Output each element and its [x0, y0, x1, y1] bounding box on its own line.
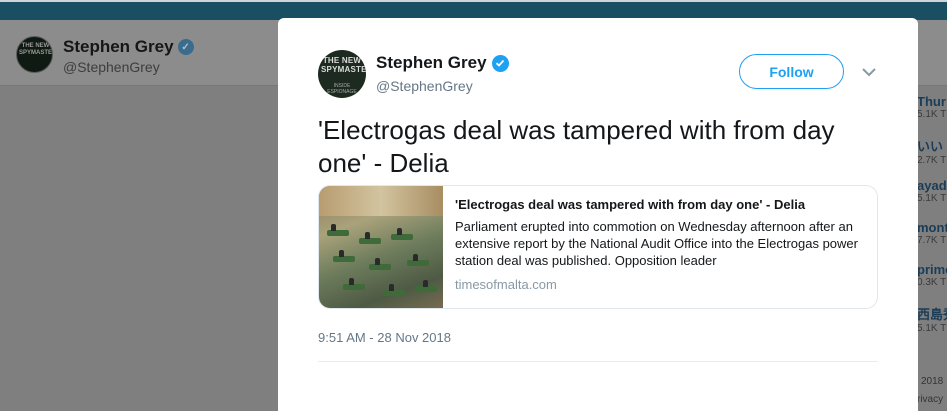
verified-badge-icon: ✓ [177, 39, 194, 55]
card-domain: timesofmalta.com [455, 277, 557, 292]
background-profile-handle: @StephenGrey [63, 59, 160, 75]
trend-count: 5.1K T [917, 323, 947, 334]
verified-badge-icon [491, 54, 509, 72]
trend-title: Thur [917, 94, 946, 109]
chevron-down-icon[interactable] [861, 66, 877, 78]
tweet-text: 'Electrogas deal was tampered with from … [318, 115, 835, 178]
top-navigation-bar [0, 0, 947, 20]
trend-item: 西島秀5.1K T [917, 304, 947, 346]
background-avatar-logo: THE NEW SPYMASTERS [19, 43, 53, 56]
tweet-timestamp[interactable]: 9:51 AM - 28 Nov 2018 [318, 330, 451, 345]
background-avatar: THE NEW SPYMASTERS [16, 36, 53, 73]
follow-button[interactable]: Follow [739, 54, 844, 89]
author-name[interactable]: Stephen Grey [376, 53, 509, 73]
trend-title: ayad [917, 178, 947, 193]
background-profile-name: Stephen Grey ✓ [63, 37, 194, 57]
trend-count: 5.1K T [917, 109, 947, 120]
card-description: Parliament erupted into commotion on Wed… [455, 219, 858, 268]
card-thumbnail-image [319, 186, 443, 308]
trend-count: 5.1K T [917, 193, 947, 204]
background-profile-name-text: Stephen Grey [63, 37, 174, 56]
trend-count: 2.7K T [917, 155, 947, 166]
avatar-logo-title: THE NEW SPYMASTERS [321, 56, 366, 74]
trend-title: prime [917, 262, 947, 277]
trend-item: いい 2.7K T [917, 136, 947, 178]
trend-item: monte7.7K T [917, 220, 947, 262]
divider [318, 361, 878, 362]
card-title: 'Electrogas deal was tampered with from … [455, 197, 806, 212]
trends-sidebar: Thur5.1K T いい2.7K T ayad5.1K T monte7.7K… [917, 94, 947, 346]
trend-count: 0.3K T [917, 277, 947, 288]
trend-title: いい [917, 139, 944, 154]
trend-item: ayad 5.1K T [917, 178, 947, 220]
author-name-text: Stephen Grey [376, 53, 487, 72]
footer-year: 2018 [921, 376, 944, 387]
trend-title: 西島秀 [917, 307, 947, 322]
author-avatar[interactable]: THE NEW SPYMASTERS INSIDE ESPIONAGE [318, 50, 366, 98]
tweet-modal: THE NEW SPYMASTERS INSIDE ESPIONAGE Step… [278, 18, 918, 411]
link-preview-card[interactable]: 'Electrogas deal was tampered with from … [318, 185, 878, 309]
card-body: 'Electrogas deal was tampered with from … [443, 186, 877, 308]
trend-title: monte [917, 220, 947, 235]
trend-count: 7.7K T [917, 235, 947, 246]
footer-privacy-link[interactable]: rivacy [917, 394, 943, 405]
trend-item: prime0.3K T [917, 262, 947, 304]
avatar-logo-subtitle: INSIDE ESPIONAGE [327, 83, 357, 95]
trend-item: Thur 5.1K T [917, 94, 947, 136]
author-handle[interactable]: @StephenGrey [376, 78, 473, 94]
